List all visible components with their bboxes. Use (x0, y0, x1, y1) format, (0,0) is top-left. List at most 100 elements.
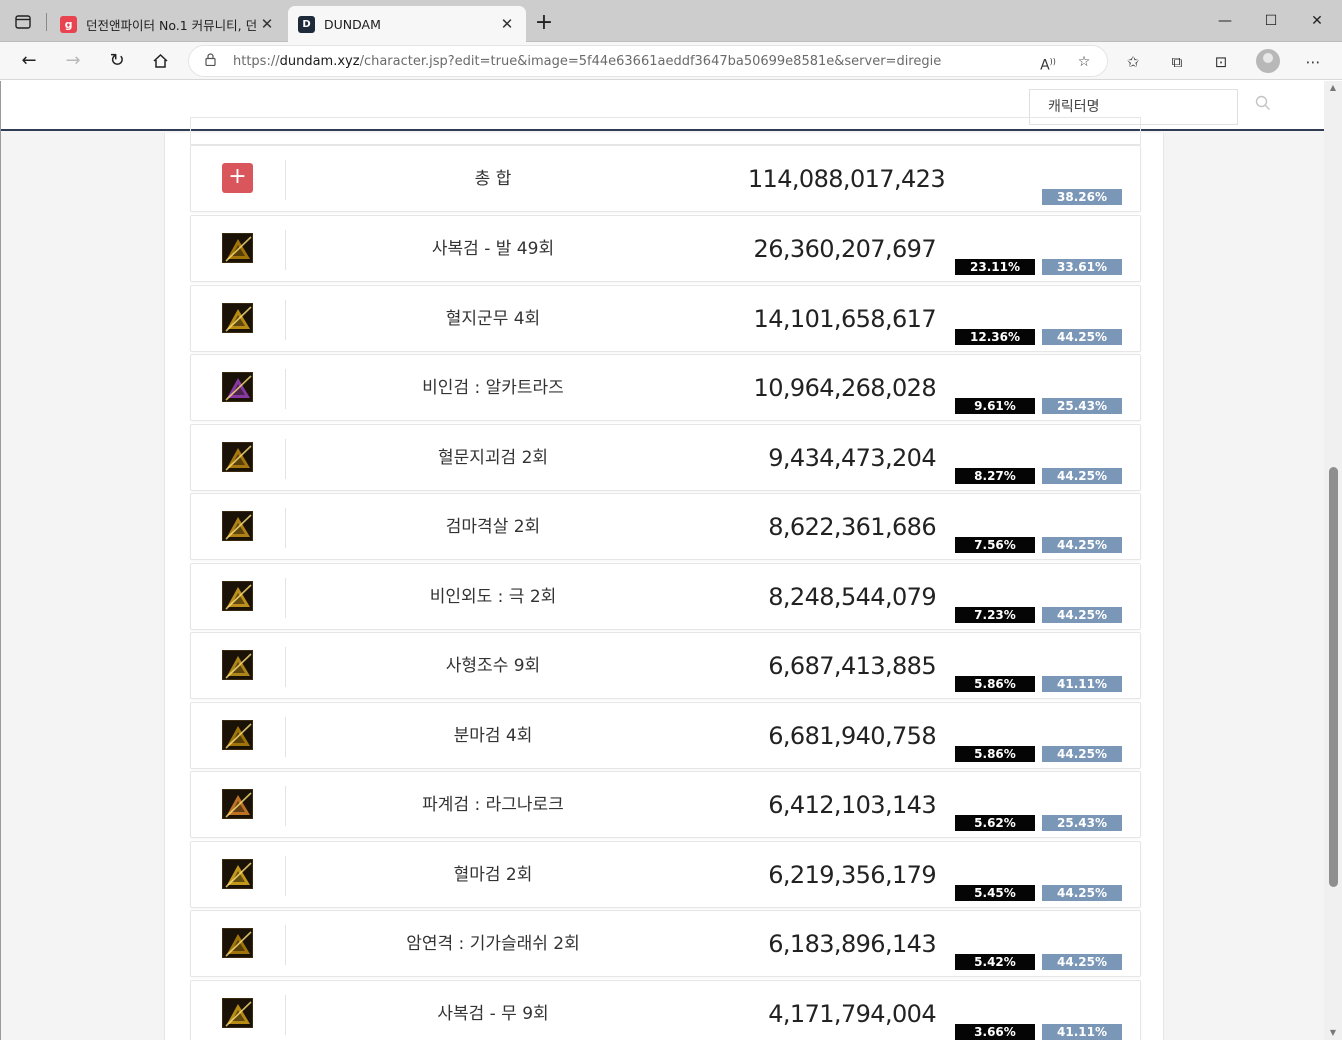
tab-separator (46, 13, 47, 31)
total-damage: 114,088,017,423 (747, 165, 946, 193)
row-divider (285, 995, 286, 1035)
skill-damage: 10,964,268,028 (753, 374, 937, 402)
tab-actions-icon[interactable] (12, 11, 34, 33)
url-domain: dundam.xyz (279, 54, 360, 69)
back-arrow-icon[interactable]: ← (15, 47, 43, 75)
maximize-icon[interactable]: ☐ (1248, 8, 1294, 34)
skill-rate-badge: 41.11% (1042, 1024, 1122, 1040)
damage-breakdown-panel: + 총 합 114,088,017,423 38.26% 사복검 - 발 49회… (164, 117, 1164, 1040)
damage-share-badge: 5.86% (955, 676, 1035, 692)
serpent-blade-skill-icon (222, 998, 253, 1028)
skill-row: 암연격 : 기가슬래쉬 2회 6,183,896,143 5.42% 44.25% (190, 910, 1141, 977)
ragnarok-blade-skill-icon (222, 789, 253, 819)
browser-tab-bar: g 던전앤파이터 No.1 커뮤니티, 던 ✕ D DUNDAM ✕ + — ☐… (0, 0, 1342, 42)
skill-rate-badge: 44.25% (1042, 954, 1122, 970)
collections-icon[interactable]: ⧉ (1166, 51, 1188, 73)
add-favorite-star-icon[interactable]: ☆ (1073, 51, 1095, 73)
refresh-icon[interactable]: ↻ (103, 47, 131, 75)
more-options-icon[interactable]: ⋯ (1302, 51, 1324, 73)
skill-name: 암연격 : 기가슬래쉬 2회 (406, 934, 580, 954)
minimize-icon[interactable]: — (1202, 8, 1248, 34)
home-icon[interactable] (146, 47, 174, 75)
row-divider (285, 508, 286, 548)
skill-row: 검마격살 2회 8,622,361,686 7.56% 44.25% (190, 493, 1141, 560)
damage-share-badge: 7.23% (955, 607, 1035, 623)
url-text[interactable]: https://dundam.xyz/character.jsp?edit=tr… (233, 54, 941, 69)
flame-sword-skill-icon (222, 581, 253, 611)
skill-rate-badge: 44.25% (1042, 746, 1122, 762)
forward-arrow-icon[interactable]: → (59, 47, 87, 75)
scroll-down-arrow-icon[interactable]: ▼ (1324, 1026, 1342, 1040)
skill-row: 혈지군무 4회 14,101,658,617 12.36% 44.25% (190, 285, 1141, 352)
previous-row-edge (190, 117, 1141, 145)
damage-share-badge: 9.61% (955, 398, 1035, 414)
skill-name: 비인검 : 알카트라즈 (422, 378, 564, 398)
scroll-thumb[interactable] (1329, 467, 1338, 887)
skill-damage: 6,183,896,143 (768, 930, 936, 958)
skill-name: 검마격살 2회 (445, 517, 541, 537)
close-tab-icon[interactable]: ✕ (498, 15, 516, 33)
skill-name: 분마검 4회 (453, 726, 533, 746)
skill-row: 비인검 : 알카트라즈 10,964,268,028 9.61% 25.43% (190, 354, 1141, 421)
total-rate-badge: 38.26% (1042, 189, 1122, 205)
skill-rate-badge: 44.25% (1042, 537, 1122, 553)
skill-name: 혈마검 2회 (453, 865, 533, 885)
url-path: /character.jsp?edit=true&image=5f44e6366… (359, 54, 942, 69)
favorites-icon[interactable]: ✩ (1122, 51, 1144, 73)
damage-share-badge: 3.66% (955, 1024, 1035, 1040)
damage-share-badge: 23.11% (955, 259, 1035, 275)
skill-row: 사형조수 9회 6,687,413,885 5.86% 41.11% (190, 632, 1141, 699)
skill-row: 혈마검 2회 6,219,356,179 5.45% 44.25% (190, 841, 1141, 908)
purple-blade-skill-icon (222, 372, 253, 402)
damage-share-badge: 5.62% (955, 815, 1035, 831)
skill-rate-badge: 41.11% (1042, 676, 1122, 692)
skill-rate-badge: 44.25% (1042, 468, 1122, 484)
scroll-up-arrow-icon[interactable]: ▲ (1324, 81, 1342, 95)
close-tab-icon[interactable]: ✕ (258, 15, 276, 33)
row-divider (285, 717, 286, 757)
address-bar[interactable]: https://dundam.xyz/character.jsp?edit=tr… (188, 45, 1108, 77)
damage-share-badge: 5.42% (955, 954, 1035, 970)
tab-title: 던전앤파이터 No.1 커뮤니티, 던 (86, 17, 258, 33)
skill-damage: 26,360,207,697 (753, 235, 937, 263)
skill-damage: 6,412,103,143 (768, 791, 936, 819)
skill-damage: 14,101,658,617 (753, 305, 937, 333)
dnf-community-favicon-icon: g (60, 15, 77, 33)
skill-name: 사형조수 9회 (445, 656, 541, 676)
total-row: + 총 합 114,088,017,423 38.26% (190, 145, 1141, 212)
row-divider (285, 439, 286, 479)
blood-sword-skill-icon (222, 859, 253, 889)
skill-rate-badge: 33.61% (1042, 259, 1122, 275)
tab-title: DUNDAM (324, 16, 381, 32)
whip-lash-skill-icon (222, 650, 253, 680)
row-divider (285, 300, 286, 340)
skill-damage: 8,622,361,686 (768, 513, 936, 541)
row-divider (285, 369, 286, 409)
page-scrollbar[interactable]: ▲ ▼ (1324, 81, 1342, 1040)
read-aloud-icon[interactable]: A)) (1037, 51, 1059, 74)
skill-damage: 4,171,794,004 (768, 1000, 936, 1028)
extensions-icon[interactable]: ⊡ (1210, 51, 1232, 73)
skill-damage: 9,434,473,204 (768, 444, 936, 472)
profile-avatar[interactable] (1256, 49, 1280, 73)
tab-dundam[interactable]: D DUNDAM ✕ (288, 6, 526, 42)
skill-name: 비인외도 : 극 2회 (429, 587, 557, 607)
new-tab-icon[interactable]: + (532, 12, 556, 36)
skill-row: 사복검 - 발 49회 26,360,207,697 23.11% 33.61% (190, 215, 1141, 282)
skill-name: 사복검 - 발 49회 (431, 239, 555, 259)
dagger-burst-skill-icon (222, 233, 253, 263)
skill-row: 분마검 4회 6,681,940,758 5.86% 44.25% (190, 702, 1141, 769)
crossed-blades-skill-icon (222, 442, 253, 472)
search-icon[interactable] (1255, 95, 1275, 115)
skill-damage: 6,681,940,758 (768, 722, 936, 750)
skill-name: 혈문지괴검 2회 (437, 448, 549, 468)
lock-icon[interactable] (205, 53, 216, 69)
row-divider (285, 160, 286, 200)
skill-rate-badge: 44.25% (1042, 885, 1122, 901)
row-divider (285, 925, 286, 965)
skill-row: 사복검 - 무 9회 4,171,794,004 3.66% 41.11% (190, 980, 1141, 1040)
row-divider (285, 647, 286, 687)
tab-dnf-community[interactable]: g 던전앤파이터 No.1 커뮤니티, 던 ✕ (50, 6, 286, 42)
skill-damage: 8,248,544,079 (768, 583, 936, 611)
close-window-icon[interactable]: ✕ (1294, 8, 1340, 34)
